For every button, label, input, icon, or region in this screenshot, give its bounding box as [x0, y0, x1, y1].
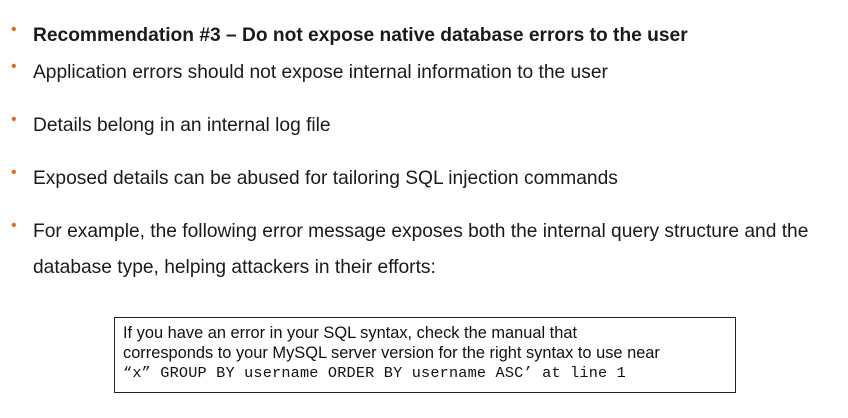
bullet-text: Exposed details can be abused for tailor… — [33, 168, 618, 189]
bullet-dot-icon: • — [11, 164, 17, 181]
bullet-text: Details belong in an internal log file — [33, 115, 331, 136]
bullet-dot-icon: • — [11, 58, 17, 75]
error-message-box: If you have an error in your SQL syntax,… — [114, 317, 736, 393]
bullet-recommendation: • Recommendation #3 – Do not expose nati… — [0, 18, 848, 54]
bullet-dot-icon: • — [11, 21, 17, 38]
error-line-2: corresponds to your MySQL server version… — [123, 344, 660, 362]
bullet-dot-icon: • — [11, 217, 17, 234]
bullet-application-errors: • Application errors should not expose i… — [0, 55, 848, 91]
slide: • Recommendation #3 – Do not expose nati… — [0, 0, 848, 418]
bullet-text: Recommendation #3 – Do not expose native… — [33, 25, 688, 46]
error-line-3: “x” GROUP BY username ORDER BY username … — [123, 364, 626, 382]
bullet-exposed-details: • Exposed details can be abused for tail… — [0, 161, 848, 197]
bullet-text: Application errors should not expose int… — [33, 62, 608, 83]
bullet-example: • For example, the following error messa… — [0, 214, 848, 286]
bullet-dot-icon: • — [11, 111, 17, 128]
bullet-internal-log: • Details belong in an internal log file — [0, 108, 848, 144]
bullet-text: For example, the following error message… — [33, 221, 809, 278]
error-line-1: If you have an error in your SQL syntax,… — [123, 324, 578, 342]
